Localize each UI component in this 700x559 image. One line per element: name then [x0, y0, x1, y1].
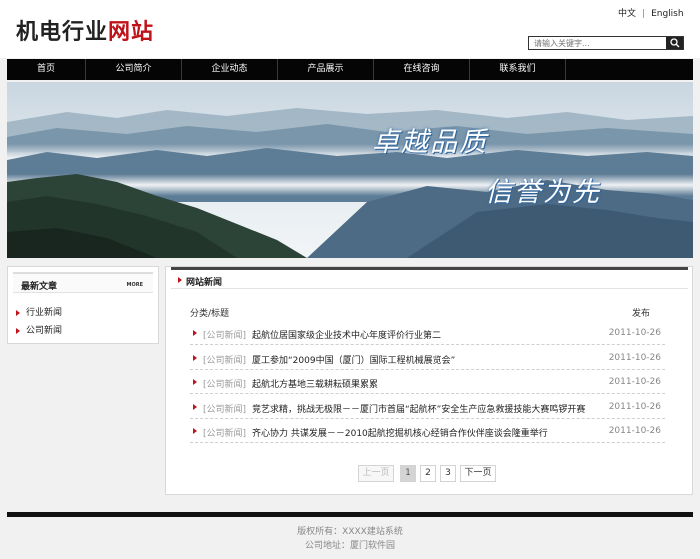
page-1-button[interactable]: 1	[400, 465, 416, 482]
sidebar-item-company-news[interactable]: 公司新闻	[16, 323, 62, 336]
footer-divider	[7, 512, 693, 517]
panel-title: 网站新闻	[186, 278, 223, 288]
header: 机电行业网站 中文 | English	[0, 0, 700, 58]
lang-english-link[interactable]: English	[651, 9, 684, 19]
panel-header: 网站新闻	[171, 267, 688, 289]
bullet-arrow-icon	[193, 355, 197, 361]
nav-item-products[interactable]: 产品展示	[278, 59, 374, 80]
bullet-arrow-icon	[193, 330, 197, 336]
search-icon	[670, 38, 680, 48]
main-nav: 首页 公司简介 企业动态 产品展示 在线咨询 联系我们	[7, 59, 693, 80]
prev-page-button[interactable]: 上一页	[358, 465, 394, 482]
footer-address: 公司地址：厦门软件园	[304, 541, 395, 551]
news-row[interactable]: [公司新闻] 竞艺求精，挑战无极限－－厦门市首届“起航杯”安全生产应急救援技能大…	[190, 395, 665, 419]
news-date: 2011-10-26	[608, 328, 661, 338]
page-2-button[interactable]: 2	[420, 465, 436, 482]
search-input[interactable]	[529, 37, 667, 49]
language-switcher: 中文 | English	[618, 6, 684, 19]
news-title-link[interactable]: 起航位居国家级企业技术中心年度评价行业第二	[252, 328, 441, 341]
news-date: 2011-10-26	[608, 402, 661, 412]
news-title-link[interactable]: 起航北方基地三载耕耘硕果累累	[252, 377, 378, 390]
lang-chinese-link[interactable]: 中文	[618, 6, 636, 19]
next-page-button[interactable]: 下一页	[460, 465, 496, 482]
search-button[interactable]	[666, 37, 683, 49]
nav-item-contact[interactable]: 联系我们	[470, 59, 566, 80]
news-row[interactable]: [公司新闻] 起航位居国家级企业技术中心年度评价行业第二 2011-10-26	[190, 321, 665, 345]
news-category[interactable]: [公司新闻]	[203, 402, 246, 415]
sidebar-item-label: 行业新闻	[26, 308, 63, 318]
search-box	[528, 36, 684, 50]
news-row[interactable]: [公司新闻] 厦工参加“2009中国（厦门）国际工程机械展览会” 2011-10…	[190, 346, 665, 370]
news-category[interactable]: [公司新闻]	[203, 377, 246, 390]
bullet-arrow-icon	[193, 379, 197, 385]
news-category[interactable]: [公司新闻]	[203, 353, 246, 366]
news-date: 2011-10-26	[608, 353, 661, 363]
news-title-link[interactable]: 厦工参加“2009中国（厦门）国际工程机械展览会”	[252, 353, 455, 366]
news-row[interactable]: [公司新闻] 起航北方基地三载耕耘硕果累累 2011-10-26	[190, 370, 665, 394]
hero-banner: 卓越品质 信誉为先	[7, 82, 693, 258]
site-news-panel: 网站新闻 分类/标题 发布 [公司新闻] 起航位居国家级企业技术中心年度评价行业…	[165, 266, 693, 495]
nav-item-news[interactable]: 企业动态	[182, 59, 278, 80]
panel-header: 最新文章 MORE	[13, 272, 153, 293]
banner-slogan-quality: 卓越品质	[372, 127, 488, 158]
bullet-arrow-icon	[193, 428, 197, 434]
banner-slogan-reputation: 信誉为先	[485, 177, 601, 208]
bullet-arrow-icon	[16, 327, 20, 334]
lang-separator: |	[642, 9, 646, 19]
footer-copyright: 版权所有：XXXX建站系统	[297, 527, 403, 537]
nav-item-consult[interactable]: 在线咨询	[374, 59, 470, 80]
page-3-button[interactable]: 3	[440, 465, 456, 482]
latest-articles-panel: 最新文章 MORE 行业新闻 公司新闻	[7, 266, 159, 344]
sidebar-item-label: 公司新闻	[26, 326, 63, 336]
news-date: 2011-10-26	[608, 426, 661, 436]
panel-title: 最新文章	[21, 282, 58, 292]
news-title-link[interactable]: 齐心协力 共谋发展－－2010起航挖掘机核心经销合作伙伴座谈会隆重举行	[252, 426, 548, 439]
news-category[interactable]: [公司新闻]	[203, 328, 246, 341]
news-title-link[interactable]: 竞艺求精，挑战无极限－－厦门市首届“起航杯”安全生产应急救援技能大赛鸣锣开赛	[252, 402, 585, 415]
site-logo[interactable]: 机电行业网站	[16, 14, 154, 46]
news-category[interactable]: [公司新闻]	[203, 426, 246, 439]
sidebar-item-industry-news[interactable]: 行业新闻	[16, 305, 62, 318]
more-link[interactable]: MORE	[127, 282, 144, 288]
nav-item-home[interactable]: 首页	[7, 59, 86, 80]
news-row[interactable]: [公司新闻] 齐心协力 共谋发展－－2010起航挖掘机核心经销合作伙伴座谈会隆重…	[190, 419, 665, 443]
column-header-date: 发布	[632, 309, 651, 319]
column-header-title: 分类/标题	[190, 309, 230, 319]
news-date: 2011-10-26	[608, 377, 661, 387]
arrow-icon	[178, 277, 182, 283]
footer: 版权所有：XXXX建站系统 公司地址：厦门软件园	[0, 525, 700, 553]
nav-item-about[interactable]: 公司简介	[86, 59, 182, 80]
bullet-arrow-icon	[16, 309, 20, 316]
bullet-arrow-icon	[193, 404, 197, 410]
